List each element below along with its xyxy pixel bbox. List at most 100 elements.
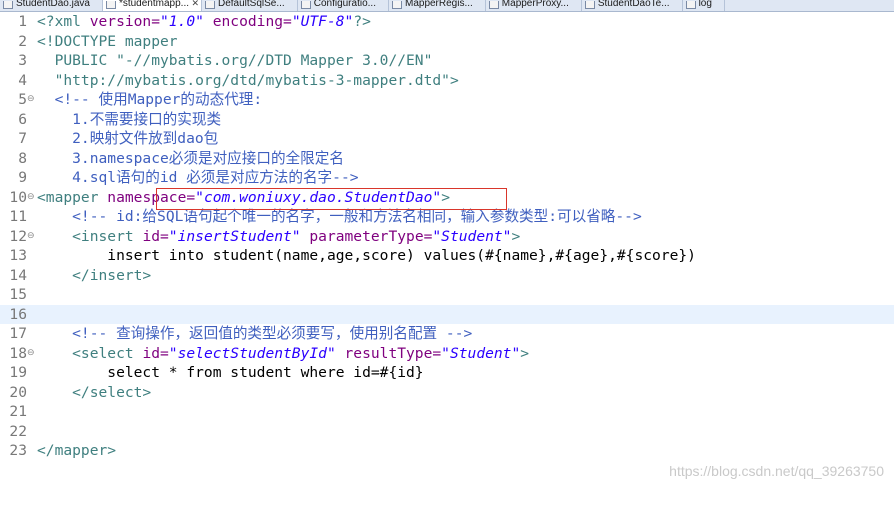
tab-label: StudentDaoTe... [597, 0, 670, 9]
sql-statement: insert into student(name,age,score) valu… [37, 247, 696, 264]
tab-defaultsqlsession[interactable]: DefaultSqlSe... [202, 0, 298, 11]
tab-label: StudentDao.java [16, 0, 90, 9]
attr-name: parameterType= [300, 227, 433, 245]
code-line[interactable]: 7 2.映射文件放到dao包 [0, 129, 894, 149]
code-line[interactable]: 18 ⊖ <select id="selectStudentById" resu… [0, 344, 894, 364]
line-number: 22 [9, 422, 27, 440]
attr-name: resultType= [335, 344, 442, 362]
watermark: https://blog.csdn.net/qq_39263750 [669, 463, 884, 479]
line-number: 11 [9, 208, 27, 225]
select-tag: <select [37, 344, 143, 362]
line-number: 7 [18, 130, 27, 147]
line-number: 1 [18, 13, 27, 30]
line-number: 21 [9, 403, 27, 420]
line-number: 20 [9, 383, 27, 401]
attr-value: "Student" [441, 344, 521, 362]
line-number: 10 [9, 188, 27, 206]
class-file-icon [488, 1, 499, 9]
xml-comment: 2.映射文件放到dao包 [37, 130, 219, 147]
class-file-icon [205, 1, 215, 9]
doctype-public-id: PUBLIC "-//mybatis.org//DTD Mapper 3.0//… [37, 52, 433, 69]
tab-label: log [698, 0, 712, 9]
xml-comment: 3.namespace必须是对应接口的全限定名 [37, 149, 344, 167]
code-line[interactable]: 5 ⊖ <!-- 使用Mapper的动态代理: [0, 90, 894, 110]
line-number: 17 [9, 325, 27, 342]
tab-log[interactable]: log [683, 0, 725, 11]
tag-close: > [511, 227, 521, 245]
line-number: 8 [18, 149, 27, 167]
tab-label: MapperRegis... [404, 0, 473, 9]
code-line[interactable]: 8 3.namespace必须是对应接口的全限定名 [0, 149, 894, 169]
code-line[interactable]: 12 ⊖ <insert id="insertStudent" paramete… [0, 227, 894, 247]
code-line[interactable]: 1 <?xml version="1.0" encoding="UTF-8"?> [0, 12, 894, 32]
line-number: 12 [9, 227, 27, 245]
tab-label: *studentmapp... [118, 0, 189, 9]
code-line[interactable]: 22 [0, 422, 894, 442]
xml-comment: <!-- 查询操作，返回值的类型必须要写，使用别名配置 --> [37, 325, 473, 342]
insert-end-tag: </insert> [37, 266, 152, 284]
current-code-line[interactable]: 16 [0, 304, 894, 324]
attr-name: id= [142, 227, 169, 245]
attr-value: "selectStudentById" [168, 344, 336, 362]
fold-collapse-icon[interactable]: ⊖ [27, 90, 37, 110]
java-file-icon [584, 1, 595, 9]
attr-name: encoding= [203, 13, 292, 30]
tab-studentdaotest[interactable]: StudentDaoTe... [582, 0, 683, 11]
code-line[interactable]: 20 </select> [0, 383, 894, 403]
code-line[interactable]: 9 4.sql语句的id 必须是对应方法的名字--> [0, 168, 894, 188]
xml-comment: 4.sql语句的id 必须是对应方法的名字--> [37, 169, 359, 186]
file-icon [685, 1, 696, 9]
code-line[interactable]: 3 PUBLIC "-//mybatis.org//DTD Mapper 3.0… [0, 51, 894, 71]
tab-configuration[interactable]: Configuratio... [298, 0, 389, 11]
code-line[interactable]: 21 [0, 402, 894, 422]
code-line[interactable]: 14 </insert> [0, 266, 894, 286]
line-number: 5 [18, 91, 27, 108]
tab-mapperregistry[interactable]: MapperRegis... [389, 0, 486, 11]
attr-value: "UTF-8" [291, 13, 354, 30]
fold-collapse-icon[interactable]: ⊖ [27, 227, 37, 247]
line-number: 16 [9, 305, 27, 323]
code-line[interactable]: 2 <!DOCTYPE mapper [0, 32, 894, 52]
code-line[interactable]: 17 <!-- 查询操作，返回值的类型必须要写，使用别名配置 --> [0, 324, 894, 344]
line-number: 13 [9, 247, 27, 264]
line-number: 15 [9, 286, 27, 303]
line-number: 23 [9, 442, 27, 459]
xml-file-icon [105, 1, 116, 9]
code-line[interactable]: 15 [0, 285, 894, 305]
code-line[interactable]: 4 "http://mybatis.org/dtd/mybatis-3-mapp… [0, 71, 894, 91]
select-end-tag: </select> [37, 383, 152, 401]
fold-collapse-icon[interactable]: ⊖ [27, 344, 37, 364]
code-line[interactable]: 19 select * from student where id=#{id} [0, 363, 894, 383]
tab-label: DefaultSqlSe... [218, 0, 285, 9]
line-number: 4 [18, 71, 27, 89]
attr-value: "1.0" [160, 13, 204, 30]
fold-collapse-icon[interactable]: ⊖ [27, 188, 37, 208]
code-line[interactable]: 13 insert into student(name,age,score) v… [0, 246, 894, 266]
code-line[interactable]: 23 </mapper> [0, 441, 894, 461]
code-line[interactable]: 6 1.不需要接口的实现类 [0, 110, 894, 130]
attr-value: "Student" [432, 227, 512, 245]
line-number: 14 [9, 266, 27, 284]
insert-tag: <insert [37, 227, 143, 245]
doctype: <!DOCTYPE mapper [37, 32, 178, 50]
line-number: 6 [18, 110, 27, 128]
java-file-icon [3, 1, 13, 9]
line-number: 2 [18, 32, 27, 50]
attr-name: id= [142, 344, 169, 362]
xml-comment: <!-- id:给SQL语句起个唯一的名字，一般和方法名相同，输入参数类型:可以… [37, 208, 642, 225]
mapper-end-tag: </mapper> [37, 442, 117, 459]
tab-studentmapper-xml[interactable]: *studentmapp... ✕ [102, 0, 202, 11]
tab-mapperproxy[interactable]: MapperProxy... [486, 0, 582, 11]
tab-label: Configuratio... [313, 0, 376, 9]
xml-comment: <!-- 使用Mapper的动态代理: [37, 91, 263, 108]
close-icon[interactable]: ✕ [191, 0, 199, 8]
attr-name: version= [89, 13, 161, 30]
xml-editor[interactable]: 1 <?xml version="1.0" encoding="UTF-8"?>… [0, 12, 894, 489]
doctype-system-id: "http://mybatis.org/dtd/mybatis-3-mapper… [37, 71, 459, 89]
tab-studentdao-java[interactable]: StudentDao.java [0, 0, 103, 11]
editor-tab-bar: StudentDao.java *studentmapp... ✕ Default… [0, 0, 894, 12]
class-file-icon [300, 1, 311, 9]
tab-label: MapperProxy... [501, 0, 569, 9]
line-number: 3 [18, 52, 27, 69]
class-file-icon [391, 1, 402, 9]
